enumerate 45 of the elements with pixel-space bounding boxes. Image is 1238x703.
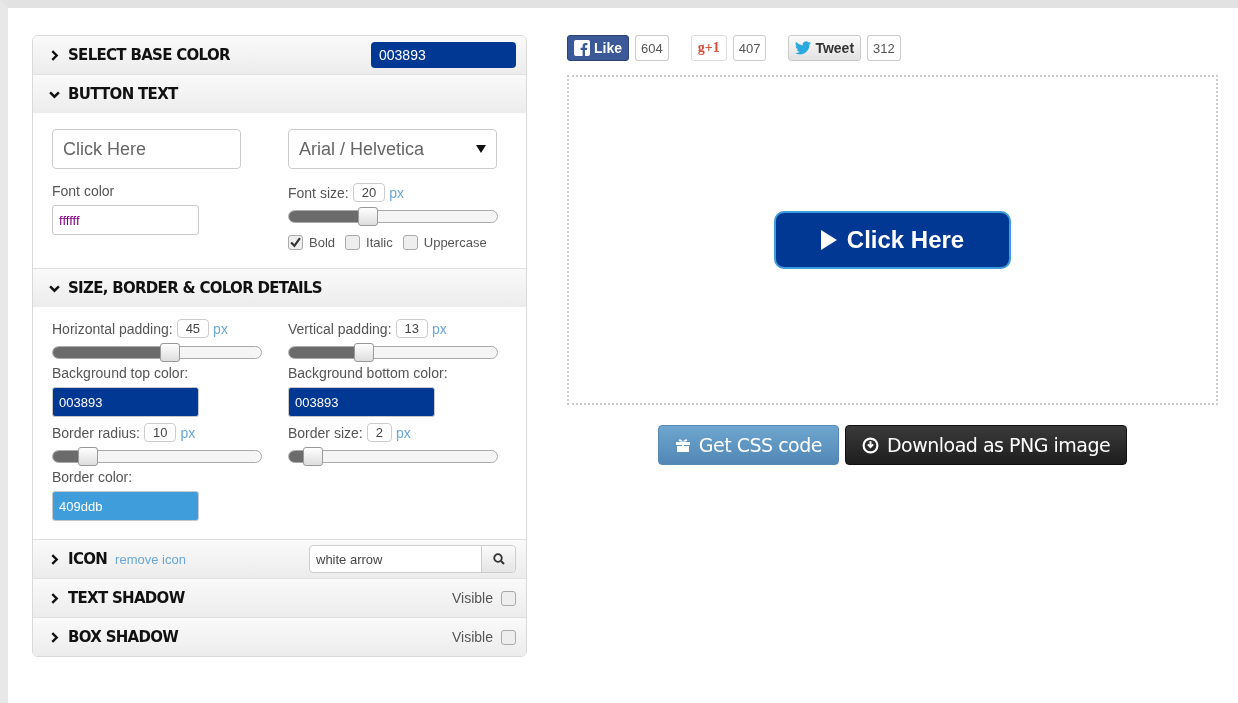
color-field[interactable]: 003893	[52, 387, 199, 417]
color-field[interactable]: 003893	[371, 42, 516, 68]
button-label: Click Here	[846, 226, 965, 254]
section-title[interactable]: TEXT SHADOW	[68, 589, 185, 607]
field-label: Vertical padding:	[288, 320, 392, 337]
text-field[interactable]: Click Here	[52, 129, 241, 169]
section-title[interactable]: BOX SHADOW	[68, 628, 179, 646]
font-select[interactable]: Arial / Helvetica	[288, 129, 497, 169]
number-field[interactable]: 13	[395, 319, 428, 338]
unit-label: px	[395, 424, 411, 441]
field-label: Background top color:	[52, 365, 190, 381]
share-button[interactable]: g+1	[690, 35, 727, 61]
field-label: Border size:	[288, 424, 363, 441]
preview-button[interactable]: Click Here	[773, 211, 1012, 269]
number-field[interactable]: 10	[143, 423, 177, 442]
checkbox-label: Uppercase	[423, 235, 487, 250]
color-field[interactable]: 003893	[288, 387, 435, 417]
field-label: Font size:	[288, 184, 349, 201]
number-field[interactable]: 2	[366, 423, 392, 442]
download-button[interactable]: Download as PNG image	[845, 425, 1128, 465]
color-field[interactable]: ffffff	[52, 205, 199, 235]
checkbox-label: Italic	[366, 235, 393, 250]
unit-label: px	[180, 424, 196, 441]
unit-label: px	[432, 320, 447, 337]
section-title[interactable]: BUTTON TEXT	[68, 85, 178, 103]
field-label: Border color:	[52, 469, 134, 485]
unit-label: px	[213, 320, 228, 337]
number-field[interactable]: 45	[176, 319, 210, 338]
share-count: 407	[732, 35, 767, 61]
section-title[interactable]: ICON	[68, 550, 108, 568]
checkbox-label: Visible	[452, 590, 493, 606]
checkbox-label: Bold	[309, 235, 336, 250]
section-title[interactable]: SELECT BASE COLOR	[68, 46, 230, 64]
field-label: Border radius:	[52, 424, 140, 441]
share-count: 604	[635, 35, 669, 61]
icon-search-field[interactable]: white arrow	[309, 545, 516, 573]
unit-label: px	[389, 184, 404, 201]
field-label: Background bottom color:	[288, 365, 449, 381]
number-field[interactable]: 20	[352, 183, 386, 202]
share-button[interactable]: Like	[567, 35, 629, 61]
share-count: 312	[867, 35, 901, 61]
share-button[interactable]: Tweet	[788, 35, 862, 61]
field-label: Font color	[52, 183, 116, 199]
field-label: Horizontal padding:	[52, 320, 173, 337]
checkbox-label: Visible	[452, 629, 493, 645]
